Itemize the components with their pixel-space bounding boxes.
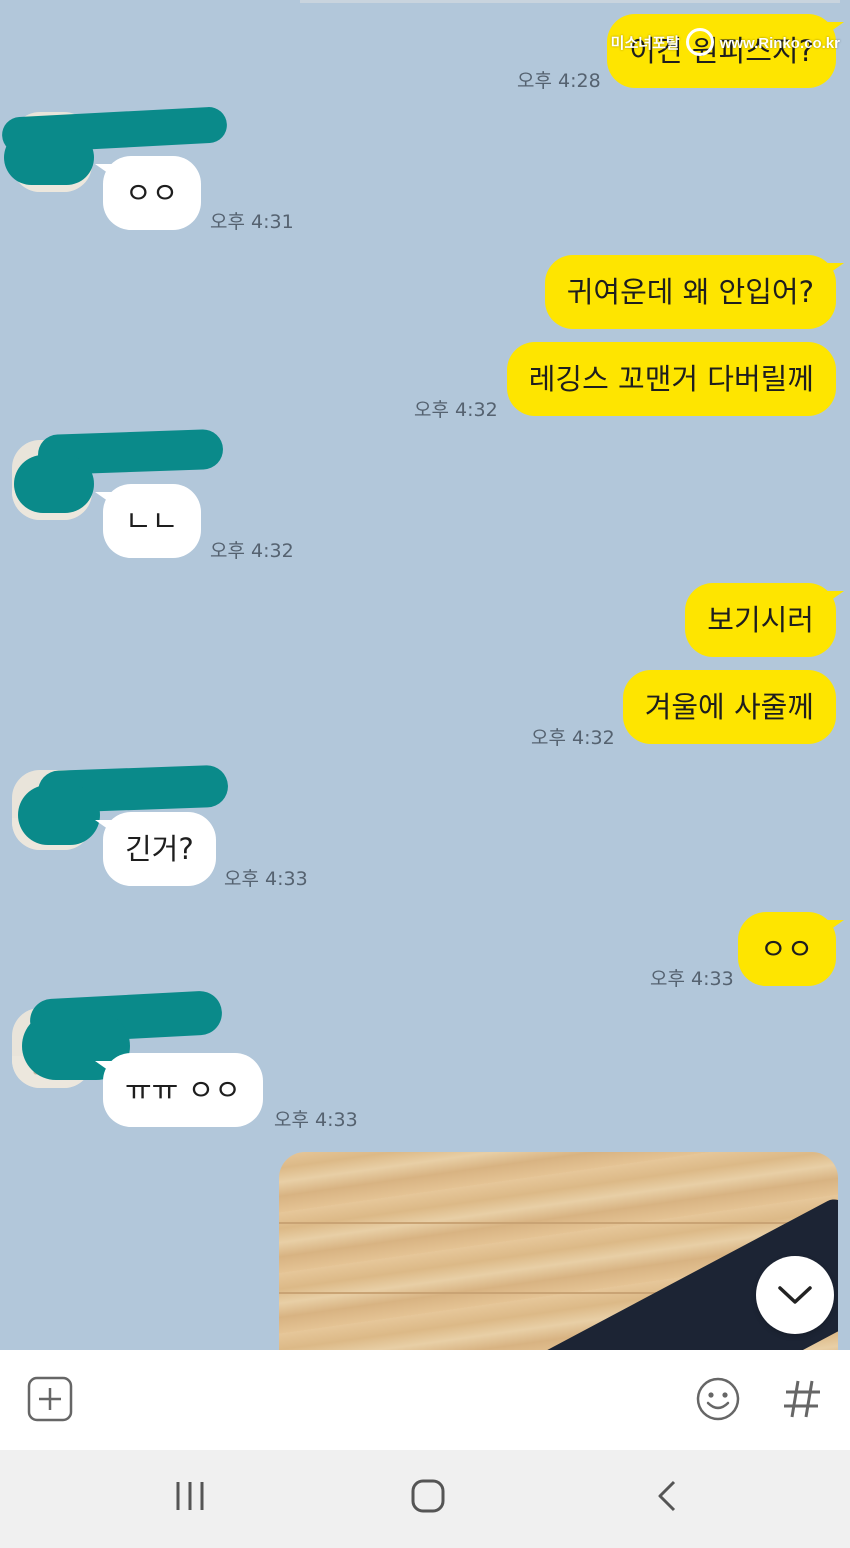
message-text: 레깅스 꼬맨거 다버릴께 (528, 362, 814, 396)
scroll-to-bottom-button[interactable] (756, 1256, 834, 1334)
friend-message-bubble[interactable]: ㄴㄴ (95, 484, 201, 558)
censor-scribble (18, 785, 100, 845)
friend-message-bubble[interactable]: ㅇㅇ (95, 156, 201, 230)
message-time: 오후 4:28 (517, 70, 601, 92)
previous-message-edge (300, 0, 840, 3)
my-message-bubble[interactable]: 레깅스 꼬맨거 다버릴께 (506, 342, 836, 416)
chevron-down-icon (778, 1286, 812, 1304)
back-icon (658, 1480, 676, 1512)
message-time: 오후 4:32 (414, 399, 498, 421)
message-text: ㅇㅇ (125, 176, 179, 210)
message-text: 긴거? (125, 832, 194, 866)
message-time: 오후 4:33 (224, 868, 308, 890)
message-text: ㄴㄴ (125, 504, 179, 538)
censor-scribble (4, 130, 94, 185)
message-time: 오후 4:32 (531, 727, 615, 749)
system-nav-bar (0, 1450, 850, 1548)
my-message-bubble[interactable]: 귀여운데 왜 안입어? (544, 255, 845, 329)
watermark-logo-icon (685, 28, 714, 56)
back-button[interactable] (648, 1476, 688, 1520)
my-message-bubble[interactable]: ㅇㅇ (738, 912, 844, 986)
message-text: 보기시러 (707, 603, 814, 637)
recent-apps-button[interactable] (170, 1476, 210, 1520)
message-text: ㅠㅠ ㅇㅇ (125, 1073, 241, 1107)
photo-message[interactable] (279, 1152, 838, 1350)
home-button[interactable] (408, 1476, 448, 1520)
attach-button[interactable] (26, 1375, 74, 1427)
message-time: 오후 4:33 (274, 1109, 358, 1131)
message-time: 오후 4:31 (210, 211, 294, 233)
hashtag-icon (784, 1380, 820, 1418)
plus-box-icon (27, 1376, 73, 1422)
message-input-bar (0, 1350, 850, 1450)
friend-message-bubble[interactable]: 긴거? (95, 812, 216, 886)
watermark: 미소녀포탈 www.Rinko.co.kr (610, 28, 840, 58)
friend-message-bubble[interactable]: ㅠㅠ ㅇㅇ (95, 1053, 263, 1127)
message-time: 오후 4:33 (650, 968, 734, 990)
emoji-button[interactable] (694, 1375, 742, 1427)
recent-apps-icon (176, 1482, 204, 1510)
hashtag-button[interactable] (778, 1375, 826, 1427)
message-text: 귀여운데 왜 안입어? (566, 275, 814, 309)
message-text: 겨울에 사줄께 (644, 690, 814, 724)
my-message-bubble[interactable]: 보기시러 (685, 583, 844, 657)
watermark-url: www.Rinko.co.kr (719, 34, 840, 52)
censor-scribble (14, 455, 94, 513)
my-message-bubble[interactable]: 겨울에 사줄께 (622, 670, 836, 744)
home-icon (411, 1479, 445, 1513)
message-text: ㅇㅇ (760, 932, 814, 966)
chat-area[interactable]: 이건 원피스지? 오후 4:28 미소녀포탈 www.Rinko.co.kr ㅇㅇ… (0, 0, 850, 1350)
watermark-text: 미소녀포탈 (610, 34, 680, 52)
emoji-icon (696, 1377, 740, 1421)
message-time: 오후 4:32 (210, 540, 294, 562)
